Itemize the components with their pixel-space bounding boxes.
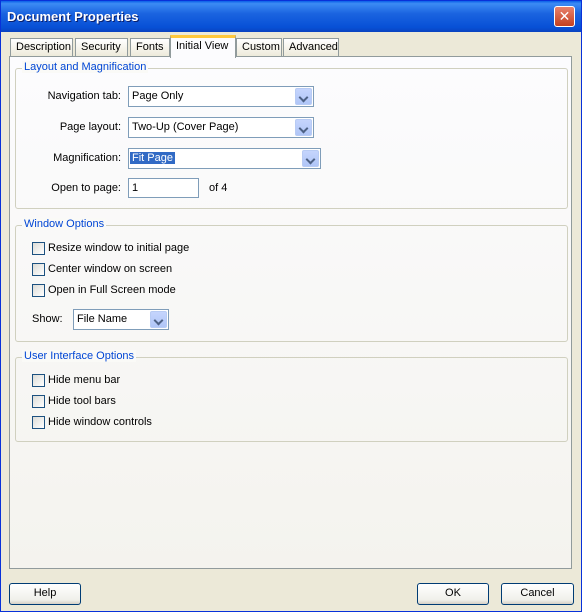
chevron-down-icon[interactable] [295,88,312,105]
close-button[interactable]: ✕ [554,6,575,27]
tab-description[interactable]: Description [10,38,73,57]
title-bar[interactable]: Document Properties ✕ [1,1,581,32]
checkbox-label: Open in Full Screen mode [48,284,176,296]
user-interface-options-group: User Interface Options Hide menu bar Hid… [15,350,568,442]
group-legend: Window Options [22,218,107,230]
magnification-label: Magnification: [53,152,121,164]
page-layout-select[interactable]: Two-Up (Cover Page) [128,117,314,138]
page-count-label: of 4 [209,182,228,194]
dialog-body: Description Security Fonts Initial View … [4,32,578,610]
checkbox-label: Resize window to initial page [48,242,190,254]
checkbox-box[interactable] [32,395,45,408]
chevron-down-icon[interactable] [302,150,319,167]
checkbox-label: Center window on screen [48,263,173,275]
window-options-group: Window Options Resize window to initial … [15,218,568,342]
tab-custom[interactable]: Custom [236,38,282,57]
checkbox-label: Hide window controls [48,416,152,428]
cancel-button[interactable]: Cancel [501,583,574,605]
page-layout-label: Page layout: [59,121,121,133]
magnification-select[interactable]: Fit Page [128,148,321,169]
tab-fonts[interactable]: Fonts [130,38,170,57]
open-to-page-field[interactable] [129,179,198,197]
checkbox-box[interactable] [32,416,45,429]
navigation-tab-label: Navigation tab: [47,90,121,102]
group-legend: User Interface Options [22,350,137,362]
ok-button[interactable]: OK [417,583,489,605]
tab-initial-view[interactable]: Initial View [170,35,236,58]
tab-security[interactable]: Security [75,38,128,57]
close-icon: ✕ [558,8,571,24]
checkbox-label: Hide menu bar [48,374,121,386]
chevron-down-icon[interactable] [150,311,167,328]
group-legend: Layout and Magnification [22,61,149,73]
help-button[interactable]: Help [9,583,81,605]
magnification-value: Fit Page [130,152,175,164]
show-select[interactable]: File Name [73,309,169,330]
navigation-tab-value: Page Only [132,90,184,102]
window-title: Document Properties [7,9,139,24]
open-to-page-input[interactable] [128,178,199,198]
show-label: Show: [32,313,63,325]
checkbox-box[interactable] [32,374,45,387]
navigation-tab-select[interactable]: Page Only [128,86,314,107]
show-value: File Name [77,313,128,325]
chevron-down-icon[interactable] [295,119,312,136]
checkbox-box[interactable] [32,263,45,276]
checkbox-label: Hide tool bars [48,395,116,407]
document-properties-dialog: Document Properties ✕ Description Securi… [0,0,582,612]
layout-magnification-group: Layout and Magnification Navigation tab:… [15,61,568,209]
page-layout-value: Two-Up (Cover Page) [132,121,239,133]
tab-panel-initial-view: Layout and Magnification Navigation tab:… [9,56,572,569]
tab-advanced[interactable]: Advanced [283,38,339,57]
checkbox-box[interactable] [32,284,45,297]
open-to-page-label: Open to page: [51,182,121,194]
checkbox-box[interactable] [32,242,45,255]
